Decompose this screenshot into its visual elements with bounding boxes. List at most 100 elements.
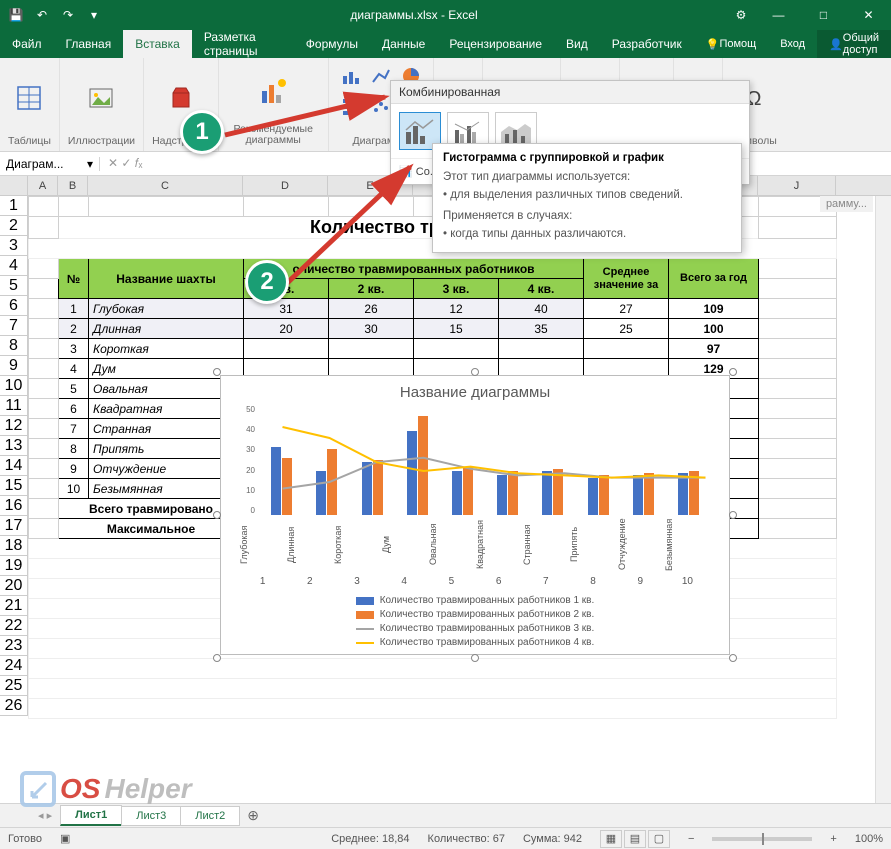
- annotation-1: 1: [180, 110, 224, 154]
- sheet-tab-2[interactable]: Лист2: [180, 806, 240, 826]
- table-row[interactable]: 3Короткая97: [29, 339, 837, 359]
- row-header[interactable]: 23: [0, 636, 28, 656]
- tab-formulas[interactable]: Формулы: [294, 30, 370, 58]
- save-icon[interactable]: 💾: [8, 7, 24, 23]
- zoom-in-button[interactable]: +: [830, 833, 836, 845]
- redo-icon[interactable]: ↷: [60, 7, 76, 23]
- contextual-tab-hint: рамму...: [820, 196, 873, 212]
- close-button[interactable]: ✕: [846, 0, 891, 30]
- th-number: №: [59, 259, 89, 299]
- row-header[interactable]: 22: [0, 616, 28, 636]
- status-average: Среднее: 18,84: [331, 833, 409, 845]
- tab-insert[interactable]: Вставка: [123, 30, 192, 58]
- sheet-tab-1[interactable]: Лист1: [60, 805, 122, 826]
- table-row[interactable]: 1Глубокая3126124027109: [29, 299, 837, 319]
- quick-access-toolbar: 💾 ↶ ↷ ▾: [0, 7, 102, 23]
- annotation-arrow-2: [280, 155, 440, 295]
- row-header[interactable]: 3: [0, 236, 28, 256]
- row-header[interactable]: 18: [0, 536, 28, 556]
- row-header[interactable]: 24: [0, 656, 28, 676]
- add-sheet-button[interactable]: ⊕: [239, 807, 267, 824]
- tooltip-line: Этот тип диаграммы используется:: [443, 170, 731, 186]
- zoom-slider[interactable]: [712, 837, 812, 841]
- row-header[interactable]: 5: [0, 276, 28, 296]
- sheet-nav[interactable]: ◂ ▸: [30, 809, 60, 822]
- row-header[interactable]: 7: [0, 316, 28, 336]
- chart-title[interactable]: Название диаграммы: [221, 376, 729, 405]
- row-header[interactable]: 11: [0, 396, 28, 416]
- row-header[interactable]: 26: [0, 696, 28, 716]
- row-header[interactable]: 6: [0, 296, 28, 316]
- vertical-scrollbar[interactable]: [875, 196, 891, 803]
- table-row[interactable]: 2Длинная2030153525100: [29, 319, 837, 339]
- view-page-layout-icon[interactable]: ▤: [624, 830, 646, 848]
- table-icon[interactable]: [13, 82, 45, 114]
- minimize-button[interactable]: —: [756, 0, 801, 30]
- annotation-arrow-1: [210, 85, 410, 165]
- tooltip-line: Применяется в случаях:: [443, 209, 731, 225]
- status-ready: Готово: [8, 833, 42, 845]
- undo-icon[interactable]: ↶: [34, 7, 50, 23]
- row-header[interactable]: 21: [0, 596, 28, 616]
- sign-in[interactable]: Вход: [768, 30, 817, 58]
- row-header[interactable]: 1: [0, 196, 28, 216]
- qat-more-icon[interactable]: ▾: [86, 7, 102, 23]
- status-sum: Сумма: 942: [523, 833, 582, 845]
- tooltip-line: • когда типы данных различаются.: [443, 227, 731, 243]
- row-headers: 1234567891011121314151617181920212223242…: [0, 196, 28, 719]
- chart-x-labels: ГлубокаяДлиннаяКороткаяДумОвальнаяКвадра…: [239, 517, 711, 572]
- col-header[interactable]: B: [58, 176, 88, 195]
- tab-view[interactable]: Вид: [554, 30, 600, 58]
- th-total: Всего за год: [669, 259, 759, 299]
- row-header[interactable]: 14: [0, 456, 28, 476]
- name-box[interactable]: Диаграм...▾: [0, 157, 100, 171]
- row-header[interactable]: 2: [0, 216, 28, 236]
- chevron-down-icon[interactable]: ▾: [87, 157, 93, 171]
- pictures-icon[interactable]: [85, 82, 117, 114]
- chart-x-numbers: 12345678910: [239, 576, 711, 587]
- row-header[interactable]: 25: [0, 676, 28, 696]
- row-header[interactable]: 8: [0, 336, 28, 356]
- view-page-break-icon[interactable]: ▢: [648, 830, 670, 848]
- fx-icon[interactable]: ✕ ✓ 𝑓ₓ: [100, 156, 150, 171]
- maximize-button[interactable]: □: [801, 0, 846, 30]
- ribbon-label-illustrations: Иллюстрации: [68, 133, 135, 149]
- row-header[interactable]: 12: [0, 416, 28, 436]
- embedded-chart[interactable]: Название диаграммы 50403020100 ГлубокаяД…: [220, 375, 730, 655]
- tell-me[interactable]: 💡 Помощ: [694, 30, 768, 58]
- select-all[interactable]: [0, 176, 28, 195]
- col-header[interactable]: C: [88, 176, 243, 195]
- row-header[interactable]: 19: [0, 556, 28, 576]
- chart-legend[interactable]: Количество травмированных работников 1 к…: [221, 595, 729, 648]
- view-normal-icon[interactable]: ▦: [600, 830, 622, 848]
- tab-developer[interactable]: Разработчик: [600, 30, 694, 58]
- tab-home[interactable]: Главная: [54, 30, 124, 58]
- row-header[interactable]: 15: [0, 476, 28, 496]
- share-button[interactable]: 👤 Общий доступ: [817, 30, 891, 58]
- store-icon[interactable]: [165, 82, 197, 114]
- ribbon-options-icon[interactable]: ⚙: [726, 0, 756, 30]
- zoom-level[interactable]: 100%: [855, 833, 883, 845]
- col-header[interactable]: A: [28, 176, 58, 195]
- sheet-tab-3[interactable]: Лист3: [121, 806, 181, 826]
- tooltip-line: • для выделения различных типов сведений…: [443, 188, 731, 204]
- row-header[interactable]: 20: [0, 576, 28, 596]
- row-header[interactable]: 16: [0, 496, 28, 516]
- row-header[interactable]: 13: [0, 436, 28, 456]
- tab-file[interactable]: Файл: [0, 30, 54, 58]
- tab-page-layout[interactable]: Разметка страницы: [192, 30, 294, 58]
- ribbon-label-tables: Таблицы: [8, 133, 51, 149]
- zoom-out-button[interactable]: −: [688, 833, 694, 845]
- chart-plot-area[interactable]: 50403020100: [239, 405, 711, 515]
- row-header[interactable]: 9: [0, 356, 28, 376]
- watermark-icon: [20, 771, 56, 807]
- tab-review[interactable]: Рецензирование: [437, 30, 554, 58]
- tab-data[interactable]: Данные: [370, 30, 437, 58]
- watermark: OSHelper: [20, 771, 192, 807]
- ribbon-tabs: Файл Главная Вставка Разметка страницы Ф…: [0, 30, 891, 58]
- row-header[interactable]: 4: [0, 256, 28, 276]
- row-header[interactable]: 10: [0, 376, 28, 396]
- row-header[interactable]: 17: [0, 516, 28, 536]
- status-record-macro-icon[interactable]: ▣: [60, 832, 70, 845]
- col-header[interactable]: J: [758, 176, 836, 195]
